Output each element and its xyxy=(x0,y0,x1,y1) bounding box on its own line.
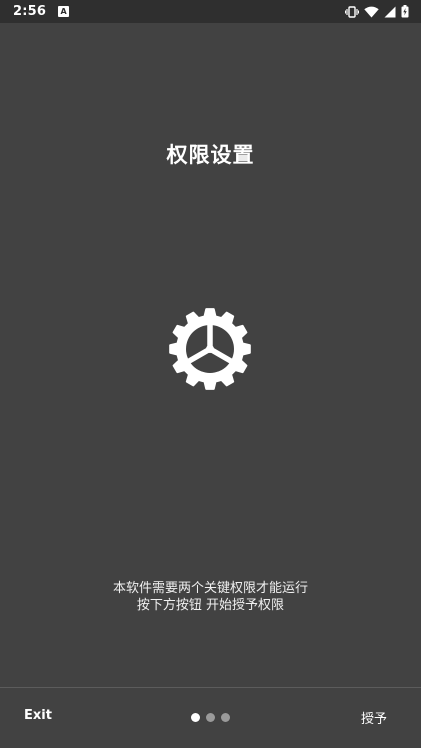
app-notification-icon: A xyxy=(58,6,70,17)
app-notification-icon-letter: A xyxy=(60,6,67,16)
battery-charging-icon xyxy=(401,5,409,18)
gear-icon-graphic xyxy=(169,308,251,390)
description-line-1: 本软件需要两个关键权限才能运行 xyxy=(112,581,308,596)
vibrate-icon xyxy=(345,5,359,18)
cellular-signal-icon xyxy=(384,6,396,17)
page-dot-1 xyxy=(191,713,200,722)
wifi-icon xyxy=(364,6,379,17)
bottom-bar: Exit 授予 xyxy=(0,688,421,748)
exit-button[interactable]: Exit xyxy=(24,708,52,723)
status-icons xyxy=(345,5,409,18)
status-time: 2:56 xyxy=(13,4,47,19)
gear-icon xyxy=(168,307,252,391)
page-title: 权限设置 xyxy=(166,143,255,167)
page-dot-3 xyxy=(221,713,230,722)
grant-button[interactable]: 授予 xyxy=(361,708,387,727)
gear-hub xyxy=(206,345,214,353)
description-line-2: 按下方按钮 开始授予权限 xyxy=(136,598,285,613)
page-dot-2 xyxy=(206,713,215,722)
screen: 2:56 A 权限设置 本软件需要两个关键权限才能运行 按下方按钮 开始授予权限… xyxy=(0,0,421,748)
permission-description: 本软件需要两个关键权限才能运行 按下方按钮 开始授予权限 xyxy=(0,580,421,614)
status-bar: 2:56 A xyxy=(0,0,421,23)
page-indicator xyxy=(191,713,230,722)
